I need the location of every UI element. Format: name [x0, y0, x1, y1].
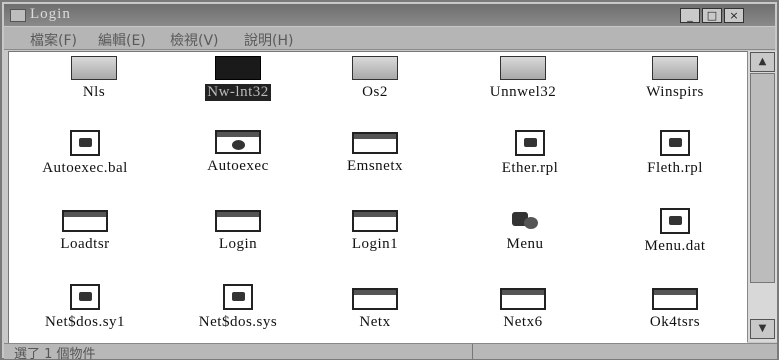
menu-help[interactable]: 說明(H): [244, 30, 293, 50]
program-icon: [352, 132, 398, 154]
file-view: Nls Nw-lnt32 Os2 Unnwel32 Winspirs Autoe…: [8, 51, 747, 343]
file-item-unnwel32[interactable]: Unnwel32: [458, 56, 588, 101]
file-label: Fleth.rpl: [647, 160, 703, 176]
file-item-netx[interactable]: Netx: [310, 288, 440, 331]
file-item-loadtsr[interactable]: Loadtsr: [20, 210, 150, 253]
file-label: Menu: [506, 236, 544, 252]
shortcut-icon: [506, 208, 544, 232]
status-text: 選了 1 個物件: [14, 347, 96, 362]
file-item-netx6[interactable]: Netx6: [458, 288, 588, 331]
file-item-nls[interactable]: Nls: [29, 56, 159, 101]
document-icon: [660, 208, 690, 234]
program-icon: [652, 288, 698, 310]
file-label: Netx: [359, 314, 391, 330]
file-label: Login1: [351, 236, 399, 252]
file-label: Os2: [362, 84, 388, 100]
document-icon: [70, 130, 100, 156]
system-file-icon: [223, 284, 253, 310]
folder-icon: [652, 56, 698, 80]
file-item-nw-lnt32[interactable]: Nw-lnt32: [173, 56, 303, 101]
file-item-menu[interactable]: Menu: [460, 208, 590, 253]
file-label: Emsnetx: [347, 158, 403, 174]
file-label: Netx6: [503, 314, 543, 330]
file-label: Ether.rpl: [501, 160, 559, 176]
file-item-menu-dat[interactable]: Menu.dat: [610, 208, 740, 255]
explorer-window: Login _ □ × 檔案(F) 編輯(E) 檢視(V) 說明(H) Nls …: [0, 0, 779, 362]
program-icon: [215, 210, 261, 232]
file-label: Menu.dat: [644, 238, 706, 254]
maximize-button[interactable]: □: [702, 8, 722, 23]
document-icon: [515, 130, 545, 156]
file-label: Net$dos.sy1: [44, 314, 126, 330]
folder-icon: [71, 56, 117, 80]
program-icon: [352, 288, 398, 310]
file-label: Unnwel32: [489, 84, 557, 100]
file-label: Ok4tsrs: [649, 314, 701, 330]
program-icon: [352, 210, 398, 232]
file-item-os2[interactable]: Os2: [310, 56, 440, 101]
title-bar[interactable]: Login _ □ ×: [4, 4, 775, 26]
file-label: Nls: [82, 84, 106, 100]
program-icon: [62, 210, 108, 232]
menu-view[interactable]: 檢視(V): [170, 30, 219, 50]
file-label: Autoexec.bal: [42, 160, 128, 176]
document-icon: [70, 284, 100, 310]
file-label: Net$dos.sys: [198, 314, 278, 330]
file-label-selected: Nw-lnt32: [205, 84, 271, 101]
scroll-down-button[interactable]: ▼: [750, 319, 775, 339]
file-item-autoexec[interactable]: Autoexec: [173, 130, 303, 175]
file-item-winspirs[interactable]: Winspirs: [610, 56, 740, 101]
folder-icon: [215, 56, 261, 80]
file-label: Autoexec: [207, 158, 269, 174]
file-label: Loadtsr: [60, 236, 110, 252]
menu-file[interactable]: 檔案(F): [30, 30, 77, 50]
close-button[interactable]: ×: [724, 8, 744, 23]
file-item-net-dos-sys[interactable]: Net$dos.sys: [173, 284, 303, 331]
minimize-button[interactable]: _: [680, 8, 700, 23]
file-item-login[interactable]: Login: [173, 210, 303, 253]
msdos-program-icon: [215, 130, 261, 154]
file-label: Login: [218, 236, 258, 252]
folder-icon: [500, 56, 546, 80]
file-item-emsnetx[interactable]: Emsnetx: [310, 132, 440, 175]
file-item-ether-rpl[interactable]: Ether.rpl: [465, 130, 595, 177]
menu-edit[interactable]: 編輯(E): [98, 30, 146, 50]
status-bar: 選了 1 個物件: [4, 343, 777, 362]
file-item-ok4tsrs[interactable]: Ok4tsrs: [610, 288, 740, 331]
window-title: Login: [30, 6, 71, 22]
scrollbar-thumb[interactable]: [750, 73, 775, 283]
status-divider: [472, 344, 473, 359]
file-item-fleth-rpl[interactable]: Fleth.rpl: [610, 130, 740, 177]
file-item-autoexec-bal[interactable]: Autoexec.bal: [20, 130, 150, 177]
document-icon: [660, 130, 690, 156]
file-label: Winspirs: [646, 84, 704, 100]
file-item-net-dos-sy1[interactable]: Net$dos.sy1: [20, 284, 150, 331]
folder-icon: [352, 56, 398, 80]
menu-bar: 檔案(F) 編輯(E) 檢視(V) 說明(H): [4, 27, 775, 50]
file-item-login1[interactable]: Login1: [310, 210, 440, 253]
folder-window-icon: [10, 9, 26, 22]
vertical-scrollbar[interactable]: ▲ ▼: [747, 51, 777, 342]
program-icon: [500, 288, 546, 310]
scroll-up-button[interactable]: ▲: [750, 52, 775, 72]
